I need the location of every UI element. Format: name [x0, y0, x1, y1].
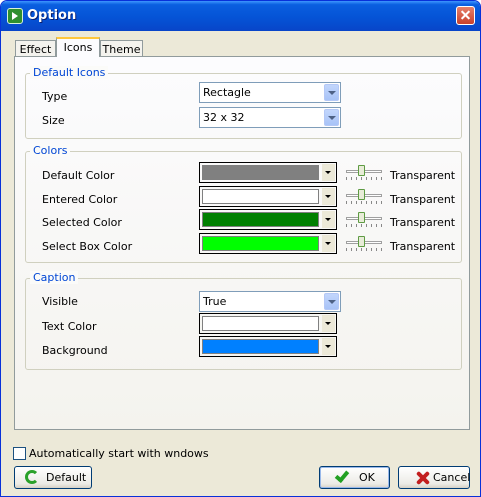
- ok-button[interactable]: OK: [319, 466, 390, 489]
- chevron-down-icon[interactable]: [322, 188, 335, 205]
- checkmark-icon: [334, 467, 350, 484]
- background-label: Background: [42, 344, 108, 357]
- chevron-down-icon[interactable]: [322, 164, 335, 181]
- visible-select-value: True: [203, 295, 227, 308]
- option-dialog: Option Effect Icons Theme Default Icons …: [0, 0, 481, 497]
- cancel-button-label: Cancel: [433, 471, 471, 484]
- close-button[interactable]: [456, 6, 475, 25]
- tab-icons[interactable]: Icons: [56, 37, 100, 57]
- slider-thumb[interactable]: [358, 212, 365, 223]
- chevron-down-icon[interactable]: [322, 338, 335, 355]
- window-title: Option: [27, 8, 77, 23]
- size-label: Size: [42, 114, 65, 127]
- select-box-color-label: Select Box Color: [42, 240, 133, 253]
- entered-color-picker[interactable]: [199, 186, 337, 207]
- chevron-down-icon[interactable]: [322, 315, 335, 332]
- default-button-label: Default: [46, 471, 87, 484]
- visible-select[interactable]: True: [199, 291, 341, 312]
- ok-button-label: OK: [359, 471, 375, 484]
- selected-color-label: Selected Color: [42, 216, 122, 229]
- chevron-down-icon[interactable]: [322, 211, 335, 228]
- selected-color-picker[interactable]: [199, 209, 337, 230]
- chevron-down-icon[interactable]: [324, 293, 339, 310]
- default-color-transparency-slider[interactable]: [344, 164, 384, 182]
- colors-group: Colors Default Color Transparent Entered…: [25, 144, 462, 263]
- selected-color-transparency-slider[interactable]: [344, 211, 384, 229]
- transparent-label: Transparent: [390, 216, 456, 229]
- text-color-label: Text Color: [42, 320, 97, 333]
- autostart-checkbox[interactable]: [13, 447, 26, 460]
- default-color-label: Default Color: [42, 169, 115, 182]
- slider-thumb[interactable]: [358, 236, 365, 247]
- default-color-picker[interactable]: [199, 162, 337, 183]
- chevron-down-icon[interactable]: [324, 109, 339, 126]
- autostart-label: Automatically start with wndows: [29, 447, 209, 460]
- type-select-value: Rectagle: [203, 86, 251, 99]
- select-box-color-picker[interactable]: [199, 233, 337, 254]
- chevron-down-icon[interactable]: [324, 84, 339, 101]
- color-swatch: [202, 236, 319, 251]
- default-button[interactable]: Default: [14, 466, 92, 489]
- tab-theme[interactable]: Theme: [100, 40, 143, 57]
- caption-group: Caption Visible True Text Color Backgrou…: [25, 271, 462, 370]
- background-color-picker[interactable]: [199, 336, 337, 357]
- color-swatch: [202, 189, 319, 204]
- app-icon: [7, 8, 23, 24]
- tab-effect[interactable]: Effect: [15, 40, 56, 57]
- transparent-label: Transparent: [390, 169, 456, 182]
- slider-thumb[interactable]: [358, 189, 365, 200]
- transparent-label: Transparent: [390, 240, 456, 253]
- refresh-icon: [25, 470, 39, 484]
- size-select-value: 32 x 32: [203, 111, 245, 124]
- type-select[interactable]: Rectagle: [199, 82, 341, 103]
- size-select[interactable]: 32 x 32: [199, 107, 341, 128]
- type-label: Type: [42, 90, 68, 103]
- text-color-picker[interactable]: [199, 313, 337, 334]
- entered-color-transparency-slider[interactable]: [344, 188, 384, 206]
- icons-tab-panel: Default Icons Type Rectagle Size 32 x 32…: [14, 56, 470, 430]
- visible-label: Visible: [42, 295, 78, 308]
- color-swatch: [202, 165, 319, 180]
- default-icons-group-title: Default Icons: [30, 66, 109, 79]
- select-box-color-transparency-slider[interactable]: [344, 235, 384, 253]
- color-swatch: [202, 316, 319, 331]
- color-swatch: [202, 212, 319, 227]
- chevron-down-icon[interactable]: [322, 235, 335, 252]
- entered-color-label: Entered Color: [42, 193, 118, 206]
- close-icon: [416, 471, 430, 485]
- slider-thumb[interactable]: [358, 165, 365, 176]
- colors-group-title: Colors: [30, 144, 71, 157]
- caption-group-title: Caption: [30, 271, 79, 284]
- title-bar[interactable]: Option: [1, 1, 480, 31]
- color-swatch: [202, 339, 319, 354]
- cancel-button[interactable]: Cancel: [398, 466, 470, 489]
- transparent-label: Transparent: [390, 193, 456, 206]
- default-icons-group: Default Icons Type Rectagle Size 32 x 32: [25, 66, 462, 139]
